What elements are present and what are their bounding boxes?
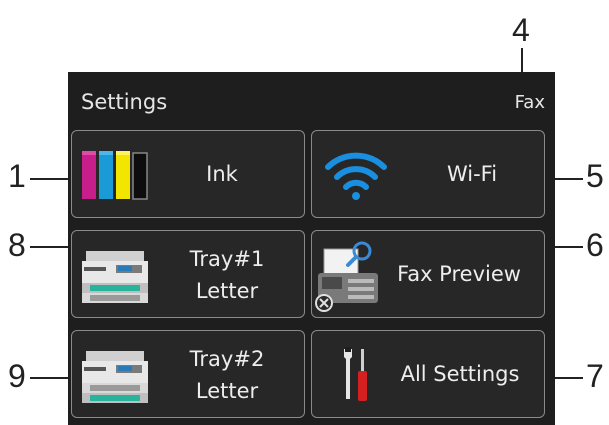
fax-status-label: Fax bbox=[514, 92, 545, 113]
all-settings-label: All Settings bbox=[400, 362, 520, 386]
tools-icon bbox=[342, 347, 372, 407]
callout-tray1: 8 bbox=[8, 227, 26, 263]
callout-wifi: 5 bbox=[586, 158, 604, 194]
tray1-name: Tray#1 bbox=[189, 247, 265, 271]
wifi-icon bbox=[324, 147, 388, 205]
callout-fax: 4 bbox=[512, 12, 530, 48]
tray2-name: Tray#2 bbox=[189, 347, 265, 371]
ink-label: Ink bbox=[206, 162, 238, 186]
fax-preview-button[interactable]: Fax Preview bbox=[311, 230, 545, 318]
callout-tray2: 9 bbox=[8, 358, 26, 394]
tray1-button[interactable]: Tray#1 Letter bbox=[71, 230, 305, 318]
wifi-label: Wi-Fi bbox=[446, 162, 498, 186]
lcd-screen: Settings Fax Ink Wi-Fi Tray#1 Letter Fax… bbox=[68, 72, 555, 425]
all-settings-button[interactable]: All Settings bbox=[311, 330, 545, 418]
ink-cartridges-icon bbox=[82, 151, 150, 205]
tray2-label: Tray#2 Letter bbox=[167, 345, 287, 405]
callout-ink: 1 bbox=[8, 158, 26, 194]
callout-fax-preview: 6 bbox=[586, 227, 604, 263]
wifi-button[interactable]: Wi-Fi bbox=[311, 130, 545, 218]
tray2-button[interactable]: Tray#2 Letter bbox=[71, 330, 305, 418]
screen-title: Settings bbox=[81, 90, 168, 114]
printer-tray-icon bbox=[80, 249, 150, 309]
tray2-paper-size: Letter bbox=[195, 379, 259, 403]
tray1-paper-size: Letter bbox=[195, 279, 259, 303]
ink-button[interactable]: Ink bbox=[71, 130, 305, 218]
fax-preview-label: Fax Preview bbox=[397, 262, 521, 286]
tray1-label: Tray#1 Letter bbox=[167, 245, 287, 305]
printer-tray-icon bbox=[80, 349, 150, 409]
callout-all-settings: 7 bbox=[586, 358, 604, 394]
